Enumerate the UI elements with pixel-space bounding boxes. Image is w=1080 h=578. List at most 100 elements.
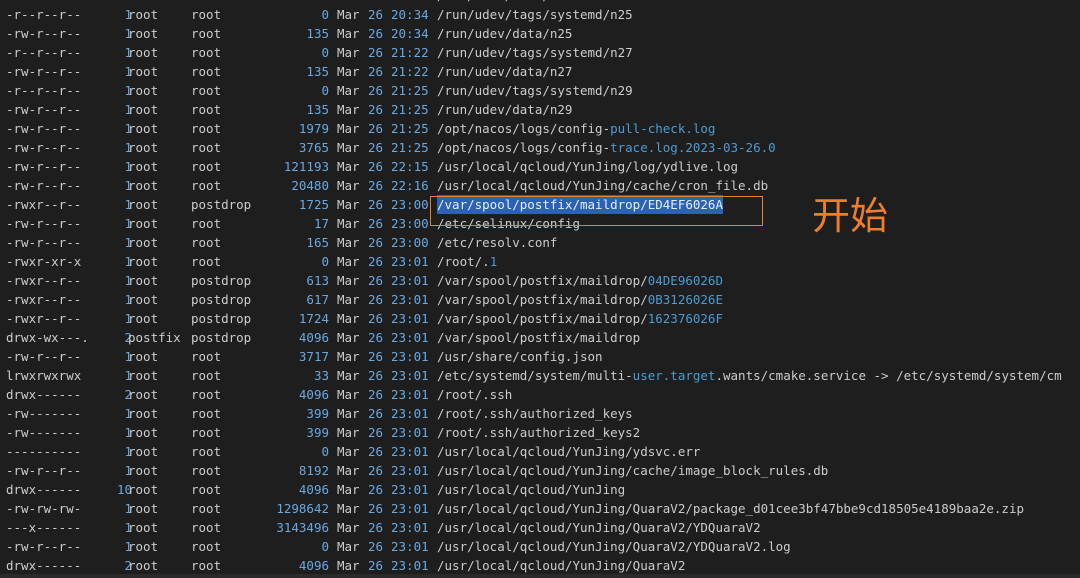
file-size: 399 — [306, 425, 329, 440]
file-path[interactable]: /var/spool/postfix/maildrop/162376026F — [437, 309, 723, 328]
file-path[interactable]: /run/udev/data/n25 — [437, 24, 572, 43]
day-text: 26 — [368, 254, 384, 269]
terminal-output[interactable]: -rw-r--r--1rootroot135Mar2620:29/run/ude… — [0, 0, 1080, 575]
permissions-text: -rw-r--r-- — [6, 159, 82, 174]
day-text: 26 — [368, 235, 384, 250]
file-path[interactable]: /run/udev/data/n27 — [437, 62, 572, 81]
day-text: 26 — [368, 197, 384, 212]
file-size: 135 — [306, 64, 329, 79]
day-text: 26 — [368, 539, 384, 554]
owner-text: root — [128, 311, 159, 326]
terminal-line: -rw-r--r-- 1 root root 1979 Mar 26 21:25/opt/na… — [0, 119, 1080, 138]
link-count: 1 — [124, 425, 132, 440]
file-size: 135 — [306, 26, 329, 41]
file-path[interactable]: /etc/systemd/system/multi-user.target.wa… — [437, 366, 1062, 385]
day-text: 26 — [368, 349, 384, 364]
link-count: 2 — [124, 330, 132, 345]
permissions-text: drwx-wx---. — [6, 330, 89, 345]
file-path[interactable]: /usr/local/qcloud/YunJing/QuaraV2/YDQuar… — [437, 537, 791, 556]
file-size: 0 — [321, 254, 329, 269]
file-size: 399 — [306, 406, 329, 421]
terminal-line: -rw-r--r-- 1 root root 135 Mar 26 21:25/run/ude… — [0, 100, 1080, 119]
file-path[interactable]: /var/spool/postfix/maildrop — [437, 328, 640, 347]
file-path[interactable]: /root/.ssh — [437, 385, 512, 404]
permissions-text: drwx------ — [6, 387, 82, 402]
owner-text: root — [128, 121, 159, 136]
file-size: 1724 — [298, 311, 329, 326]
file-path[interactable]: /run/udev/tags/systemd/n25 — [437, 5, 633, 24]
selected-path-text[interactable]: /var/spool/postfix/maildrop/ED4EF6026A — [437, 195, 723, 214]
file-path[interactable]: /opt/nacos/logs/config-pull-check.log — [437, 119, 715, 138]
time-text: 23:01 — [391, 482, 429, 497]
file-path[interactable]: /root/.ssh/authorized_keys — [437, 404, 633, 423]
owner-text: root — [128, 64, 159, 79]
group-text: root — [191, 368, 222, 383]
path-segment: /usr/local/qcloud/YunJing/QuaraV2/packag… — [437, 501, 1024, 516]
owner-text: root — [128, 539, 159, 554]
terminal-line: -rwxr--r-- 1 root postdrop 1725 Mar 26 23:00/va… — [0, 195, 1080, 214]
file-path[interactable]: /root/.1 — [437, 252, 497, 271]
path-segment: /run/udev/tags/systemd/n29 — [437, 83, 633, 98]
terminal-line: -rw-r--r-- 1 root root 0 Mar 26 23:01/usr/local… — [0, 537, 1080, 556]
file-path[interactable]: /var/spool/postfix/maildrop/04DE96026D — [437, 271, 723, 290]
day-text: 26 — [368, 178, 384, 193]
file-path[interactable]: /usr/local/qcloud/YunJing/log/ydlive.log — [437, 157, 738, 176]
link-count: 1 — [124, 7, 132, 22]
permissions-text: -rw-r--r-- — [6, 349, 82, 364]
path-segment: user.target — [632, 368, 716, 383]
group-text: root — [191, 178, 222, 193]
file-path[interactable]: /usr/local/qcloud/YunJing/QuaraV2/YDQuar… — [437, 518, 761, 537]
path-segment: /usr/local/qcloud/YunJing/QuaraV2 — [437, 558, 686, 573]
file-size: 3765 — [298, 140, 329, 155]
path-segment: /var/spool/postfix/maildrop/ — [437, 311, 648, 326]
file-path[interactable]: /var/spool/postfix/maildrop/0B3126026E — [437, 290, 723, 309]
file-path[interactable]: /etc/resolv.conf — [437, 233, 557, 252]
file-size: 0 — [321, 45, 329, 60]
time-text: 23:01 — [391, 368, 429, 383]
file-path[interactable]: /usr/local/qcloud/YunJing/ydsvc.err — [437, 442, 700, 461]
owner-text: root — [128, 425, 159, 440]
path-segment: /usr/local/qcloud/YunJing/cache/image_bl… — [437, 463, 829, 478]
permissions-text: -rw-r--r-- — [6, 235, 82, 250]
owner-text: root — [128, 254, 159, 269]
time-text: 21:25 — [391, 121, 429, 136]
file-path[interactable]: /etc/selinux/config — [437, 214, 580, 233]
owner-text: root — [128, 178, 159, 193]
time-text: 21:25 — [391, 140, 429, 155]
file-path[interactable]: /usr/share/config.json — [437, 347, 603, 366]
link-count: 1 — [124, 406, 132, 421]
permissions-text: -r--r--r-- — [6, 45, 82, 60]
file-path[interactable]: /usr/local/qcloud/YunJing/cache/image_bl… — [437, 461, 828, 480]
terminal-line: -rwxr--r-- 1 root postdrop 1724 Mar 26 23:01/va… — [0, 309, 1080, 328]
terminal-line: -rw-r--r-- 1 root root 121193 Mar 26 22:15/usr/… — [0, 157, 1080, 176]
day-text: 26 — [368, 7, 384, 22]
permissions-text: ---------- — [6, 444, 82, 459]
file-path[interactable]: /usr/local/qcloud/YunJing/QuaraV2/packag… — [437, 499, 1024, 518]
link-count: 1 — [124, 539, 132, 554]
file-path[interactable]: /run/udev/tags/systemd/n27 — [437, 43, 633, 62]
file-size: 1298642 — [276, 501, 329, 516]
terminal-window[interactable]: -rw-r--r--1rootroot135Mar2620:29/run/ude… — [0, 0, 1080, 578]
month-text: Mar — [337, 406, 360, 421]
permissions-text: -rwxr--r-- — [6, 197, 82, 212]
day-text: 26 — [368, 311, 384, 326]
file-path[interactable]: /usr/local/qcloud/YunJing — [437, 480, 625, 499]
month-text: Mar — [337, 539, 360, 554]
file-path[interactable]: /usr/local/qcloud/YunJing/cache/cron_fil… — [437, 176, 768, 195]
link-count: 1 — [124, 254, 132, 269]
time-text: 23:01 — [391, 463, 429, 478]
horizontal-scrollbar[interactable] — [0, 574, 1080, 578]
permissions-text: -r--r--r-- — [6, 7, 82, 22]
link-count: 1 — [124, 311, 132, 326]
path-segment: /usr/local/qcloud/YunJing/log/ydlive.log — [437, 159, 739, 174]
file-path[interactable]: /usr/local/qcloud/YunJing/QuaraV2 — [437, 556, 685, 575]
month-text: Mar — [337, 501, 360, 516]
permissions-text: -rwxr--r-- — [6, 311, 82, 326]
file-path[interactable]: /root/.ssh/authorized_keys2 — [437, 423, 640, 442]
file-size: 20480 — [291, 178, 329, 193]
path-segment: trace.log.2023-03-26.0 — [610, 140, 776, 155]
file-path[interactable]: /run/udev/data/n29 — [437, 100, 572, 119]
file-path[interactable]: /run/udev/tags/systemd/n29 — [437, 81, 633, 100]
path-segment: /opt/nacos/logs/config- — [437, 140, 611, 155]
file-path[interactable]: /opt/nacos/logs/config-trace.log.2023-03… — [437, 138, 776, 157]
